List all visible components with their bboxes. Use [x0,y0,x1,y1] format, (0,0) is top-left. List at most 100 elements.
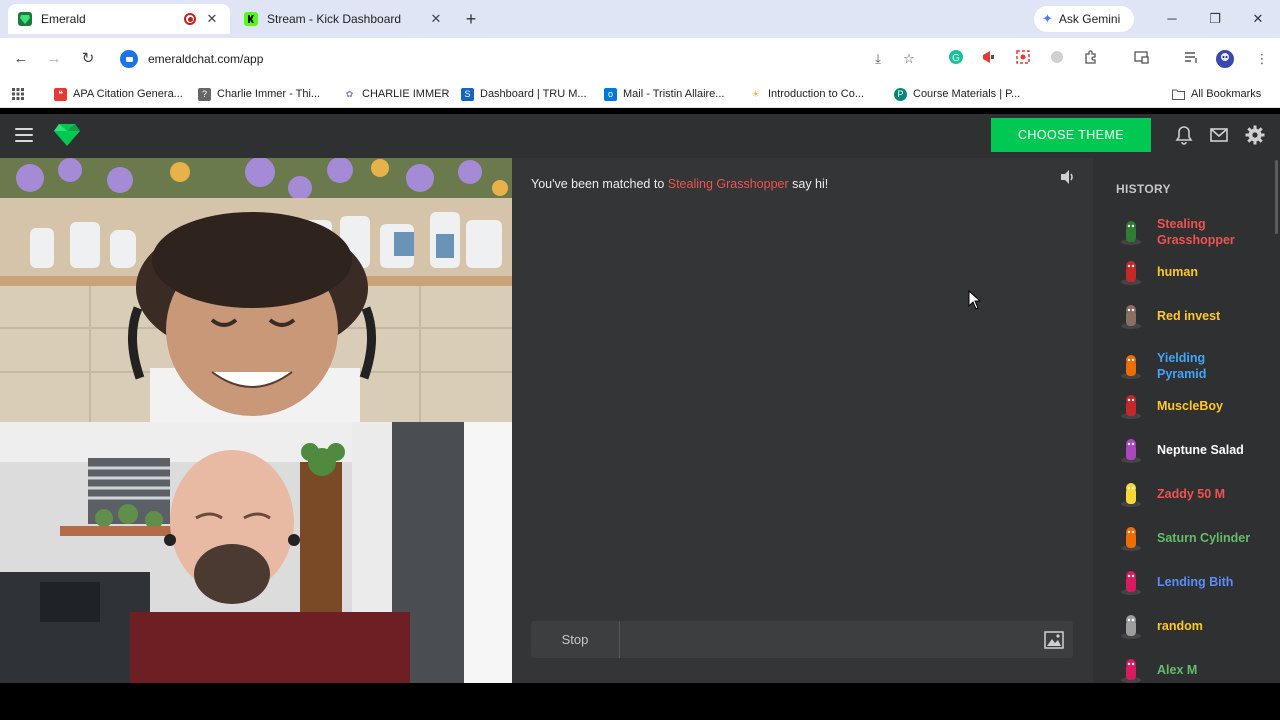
disabled-extension-icon[interactable] [1047,49,1067,69]
volume-speaker-icon[interactable] [1058,167,1078,187]
svg-text:G: G [952,53,960,64]
reload-icon[interactable]: ↻ [77,48,99,70]
bookmark-apa-citation[interactable]: ❝ APA Citation Genera... [54,85,183,103]
history-user-name[interactable]: Stealing Grasshopper [1157,216,1257,248]
flower-favicon-icon: ✿ [345,88,354,99]
user-avatar[interactable] [1117,218,1145,246]
partner-video-feed [0,158,512,422]
browser-tab-strip: Emerald ✕ Stream - Kick Dashboard ✕ + ✦ … [0,0,1280,38]
history-item[interactable]: MuscleBoy [1117,392,1277,420]
history-user-name[interactable]: Yielding Pyramid [1157,350,1257,382]
apps-grid-icon[interactable] [11,85,25,103]
bookmark-label: Course Materials | P... [913,88,1021,100]
bookmark-mail[interactable]: o Mail - Tristin Allaire... [604,85,724,103]
question-favicon-icon: ? [198,87,211,101]
user-avatar[interactable] [1117,656,1145,683]
bookmark-introduction[interactable]: ☀ Introduction to Co... [749,85,864,103]
screen: Emerald ✕ Stream - Kick Dashboard ✕ + ✦ … [0,0,1280,720]
all-bookmarks-folder[interactable]: All Bookmarks [1172,85,1261,103]
history-item[interactable]: Yielding Pyramid [1117,350,1277,382]
gemini-sparkle-icon: ✦ [1042,11,1053,26]
history-user-name[interactable]: Saturn Cylinder [1157,530,1257,546]
choose-theme-button[interactable]: CHOOSE THEME [991,118,1151,152]
new-tab-icon[interactable]: + [460,8,482,30]
match-message-prefix: You've been matched to [531,177,668,191]
history-item[interactable]: Lending Bith [1117,568,1277,596]
emerald-logo-icon[interactable] [54,124,80,151]
bookmark-course-materials[interactable]: P Course Materials | P... [894,85,1020,103]
emerald-favicon-icon [18,12,32,26]
history-item[interactable]: Red invest [1117,302,1277,330]
user-avatar[interactable] [1117,392,1145,420]
stop-button[interactable]: Stop [531,621,620,658]
match-message: You've been matched to Stealing Grasshop… [531,177,828,191]
history-item[interactable]: Neptune Salad [1117,436,1277,464]
history-item[interactable]: Saturn Cylinder [1117,524,1277,552]
outlook-favicon-icon: o [604,87,617,101]
matched-user-name[interactable]: Stealing Grasshopper [668,177,789,191]
notifications-bell-icon[interactable] [1173,124,1195,146]
history-item[interactable]: human [1117,258,1277,286]
history-user-name[interactable]: Neptune Salad [1157,442,1257,458]
recording-icon [184,13,196,25]
chat-input-bar: Stop [531,621,1073,658]
minimize-icon[interactable]: ─ [1160,8,1184,30]
citation-favicon-icon: ❝ [54,87,67,101]
user-avatar[interactable] [1117,568,1145,596]
bookmark-star-icon[interactable]: ☆ [899,49,919,69]
back-icon[interactable]: ← [10,48,32,70]
user-avatar[interactable] [1117,352,1145,380]
close-tab-icon[interactable]: ✕ [428,11,444,27]
user-avatar[interactable] [1117,524,1145,552]
ask-gemini-button[interactable]: ✦ Ask Gemini [1034,6,1134,32]
settings-gear-icon[interactable] [1244,124,1266,146]
address-bar[interactable]: emeraldchat.com/app [112,44,932,74]
forward-icon[interactable]: → [43,48,65,70]
taskbar-area [0,683,1280,720]
messages-mail-icon[interactable] [1208,124,1230,146]
screenshot-extension-icon[interactable] [1013,49,1033,69]
history-user-name[interactable]: Red invest [1157,308,1257,324]
user-avatar[interactable] [1117,258,1145,286]
history-user-name[interactable]: Lending Bith [1157,574,1257,590]
history-user-name[interactable]: MuscleBoy [1157,398,1257,414]
bookmark-dashboard-tru[interactable]: S Dashboard | TRU M... [461,85,587,103]
history-item[interactable]: Alex M [1117,656,1277,683]
restore-icon[interactable]: ❐ [1203,8,1227,30]
history-user-name[interactable]: Zaddy 50 M [1157,486,1257,502]
user-avatar[interactable] [1117,436,1145,464]
user-avatar[interactable] [1117,302,1145,330]
history-user-name[interactable]: Alex M [1157,662,1257,678]
user-avatar[interactable] [1117,480,1145,508]
browser-menu-icon[interactable]: ⋮ [1252,49,1272,69]
bookmark-charlie-immer[interactable]: ✿ CHARLIE IMMER [343,85,450,103]
install-app-icon[interactable]: ⤓ [868,49,888,69]
megaphone-extension-icon[interactable] [979,49,999,69]
reading-list-icon[interactable] [1181,49,1201,69]
tab-kick-dashboard[interactable]: Stream - Kick Dashboard ✕ [234,4,454,34]
send-image-icon[interactable] [1043,629,1065,651]
grammarly-extension-icon[interactable]: G [946,49,966,69]
history-user-name[interactable]: random [1157,618,1257,634]
close-window-icon[interactable]: ✕ [1246,8,1270,30]
history-title: HISTORY [1116,182,1171,196]
site-info-icon[interactable] [120,50,138,68]
close-tab-icon[interactable]: ✕ [204,11,220,27]
profile-avatar[interactable] [1215,49,1235,69]
menu-hamburger-icon[interactable] [15,128,33,142]
bookmark-label: Introduction to Co... [768,88,864,100]
history-item[interactable]: random [1117,612,1277,640]
extensions-puzzle-icon[interactable] [1081,49,1101,69]
media-control-icon[interactable] [1131,49,1151,69]
bookmark-label: Charlie Immer - Thi... [217,88,321,100]
chat-message-input[interactable] [623,625,1033,654]
tab-title: Emerald [41,12,86,26]
user-avatar[interactable] [1117,612,1145,640]
history-item[interactable]: Stealing Grasshopper [1117,216,1277,248]
history-item[interactable]: Zaddy 50 M [1117,480,1277,508]
bookmark-charlie-immer-thi[interactable]: ? Charlie Immer - Thi... [198,85,320,103]
tab-emerald[interactable]: Emerald ✕ [8,4,230,34]
folder-icon [1172,88,1185,101]
history-user-name[interactable]: human [1157,264,1257,280]
match-message-suffix: say hi! [788,177,829,191]
